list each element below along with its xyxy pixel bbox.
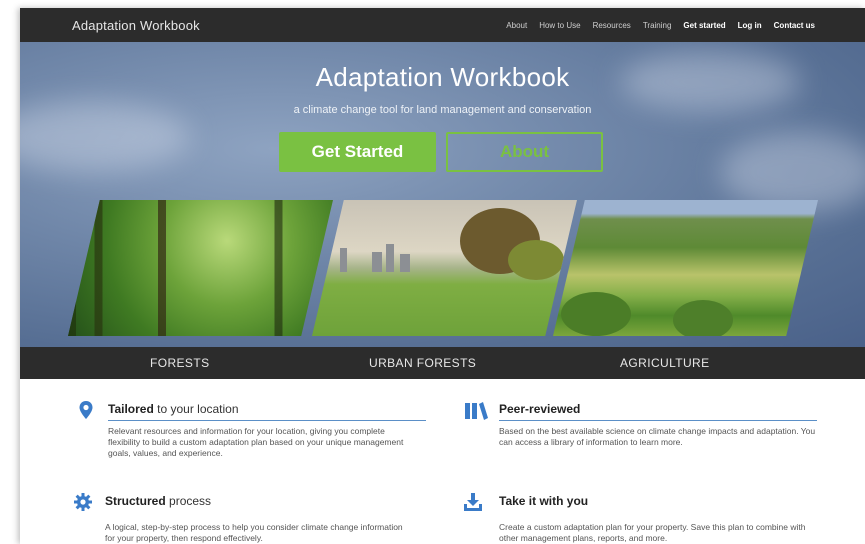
location-pin-icon — [79, 401, 93, 419]
feature-title: Take it with you — [499, 494, 589, 508]
nav-link-about[interactable]: About — [506, 21, 527, 30]
top-nav: Adaptation Workbook About How to Use Res… — [20, 8, 865, 42]
feature-description: Relevant resources and information for y… — [108, 426, 404, 458]
site-brand[interactable]: Adaptation Workbook — [72, 18, 200, 33]
category-urban-forests[interactable]: URBAN FORESTS — [369, 356, 476, 370]
nav-link-contact-us[interactable]: Contact us — [774, 21, 815, 30]
library-books-icon — [465, 402, 488, 420]
category-agriculture[interactable]: AGRICULTURE — [620, 356, 710, 370]
download-tray-icon — [464, 493, 482, 511]
feature-description: Based on the best available science on c… — [499, 426, 816, 447]
nav-link-how-to-use[interactable]: How to Use — [539, 21, 580, 30]
feature-take-it-with-you: Take it with you Create a custom adaptat… — [463, 492, 843, 544]
hero-section: Adaptation Workbook a climate change too… — [20, 42, 865, 347]
nav-link-log-in[interactable]: Log in — [738, 21, 762, 30]
agriculture-photo[interactable] — [553, 200, 818, 336]
feature-peer-reviewed: Peer-reviewed Based on the best availabl… — [463, 400, 843, 480]
feature-structured: Structured process A logical, step-by-st… — [73, 492, 443, 544]
nav-link-get-started[interactable]: Get started — [683, 21, 725, 30]
feature-title: Structured process — [105, 494, 212, 508]
feature-title: Peer-reviewed — [499, 402, 581, 416]
hero-subtitle: a climate change tool for land managemen… — [293, 104, 592, 116]
category-bar: FORESTS URBAN FORESTS AGRICULTURE — [20, 347, 865, 379]
feature-description: Create a custom adaptation plan for your… — [499, 522, 806, 543]
building-shape — [340, 248, 347, 273]
nav-link-resources[interactable]: Resources — [593, 21, 631, 30]
nav-link-training[interactable]: Training — [643, 21, 672, 30]
about-button[interactable]: About — [446, 132, 603, 172]
building-shape — [372, 252, 382, 273]
hero-title: Adaptation Workbook — [315, 62, 570, 92]
building-shape — [400, 254, 410, 273]
feature-tailored: Tailored to your location Relevant resou… — [76, 400, 446, 480]
gear-icon — [74, 493, 92, 511]
tree-shape — [673, 300, 733, 336]
tree-shape — [508, 240, 564, 280]
browser-page: Adaptation Workbook About How to Use Res… — [20, 8, 865, 544]
feature-divider — [499, 420, 817, 421]
urban-forest-photo[interactable] — [312, 200, 577, 336]
category-forests[interactable]: FORESTS — [150, 356, 209, 370]
feature-divider — [108, 420, 426, 421]
nav-links: About How to Use Resources Training Get … — [506, 8, 815, 42]
get-started-button[interactable]: Get Started — [279, 132, 436, 172]
building-shape — [386, 244, 394, 273]
feature-description: A logical, step-by-step process to help … — [105, 522, 403, 543]
tree-shape — [561, 292, 631, 336]
forest-photo[interactable] — [68, 200, 333, 336]
feature-title: Tailored to your location — [108, 402, 239, 416]
